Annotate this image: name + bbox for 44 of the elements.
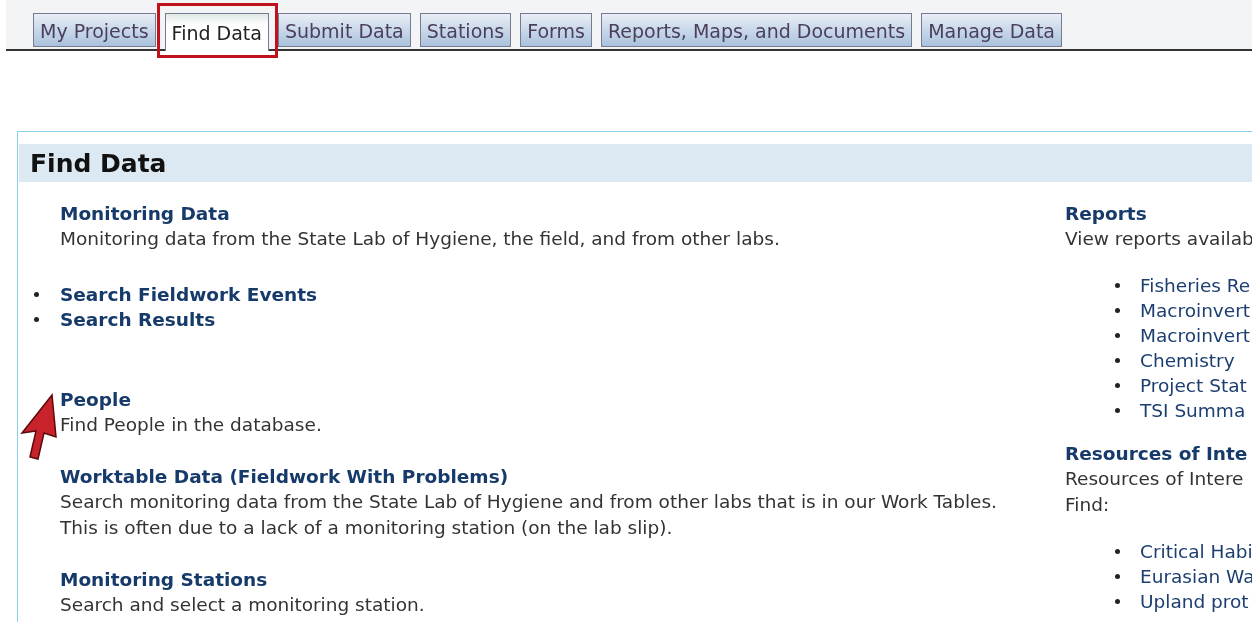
search-link[interactable]: Search Results <box>60 309 216 330</box>
section-description: Find People in the database. <box>60 413 323 437</box>
section-link[interactable]: Monitoring Data <box>60 201 230 226</box>
bullet-icon <box>1115 283 1120 288</box>
section-link[interactable]: Worktable Data (Fieldwork With Problems) <box>60 464 509 489</box>
bullet-icon <box>1115 308 1120 313</box>
nav-tab[interactable]: Reports, Maps, and Documents <box>600 13 913 47</box>
bullet-icon <box>1115 383 1120 388</box>
search-link[interactable]: Search Fieldwork Events <box>60 284 318 305</box>
report-link[interactable]: Macroinvert <box>1140 300 1251 321</box>
bullet-icon <box>34 317 39 322</box>
nav-tab[interactable]: Submit Data <box>277 13 411 47</box>
section-description: View reports availab <box>1065 227 1252 251</box>
report-link[interactable]: Critical Habi <box>1140 541 1252 562</box>
report-link[interactable]: Macroinvert <box>1140 325 1251 346</box>
report-link[interactable]: Project Stat <box>1140 375 1247 396</box>
report-link[interactable]: Fisheries Re <box>1140 275 1251 296</box>
section-description: Monitoring data from the State Lab of Hygiene, the field, and from other labs. <box>60 227 781 251</box>
nav-tab[interactable]: Forms <box>520 13 592 47</box>
nav-tab[interactable]: Stations <box>419 13 512 47</box>
cursor-arrow-icon <box>18 393 58 463</box>
section-link[interactable]: Reports <box>1065 201 1147 226</box>
bullet-icon <box>1115 333 1120 338</box>
section-description: Search and select a monitoring station. <box>60 593 426 617</box>
panel-title: Find Data <box>30 148 167 178</box>
report-link[interactable]: Eurasian Wa <box>1140 566 1252 587</box>
report-link[interactable]: Chemistry <box>1140 350 1235 371</box>
bullet-icon <box>1115 574 1120 579</box>
nav-tab[interactable]: Find Data <box>164 13 269 51</box>
section-description: Find: <box>1065 493 1110 517</box>
report-link[interactable]: TSI Summa <box>1140 400 1246 421</box>
section-link[interactable]: People <box>60 387 131 412</box>
nav-tab[interactable]: Manage Data <box>921 13 1062 47</box>
report-link[interactable]: Upland prot <box>1140 591 1249 612</box>
section-link[interactable]: Monitoring Stations <box>60 567 268 592</box>
bullet-icon <box>1115 599 1120 604</box>
bullet-icon <box>1115 358 1120 363</box>
section-link[interactable]: Resources of Inte <box>1065 441 1248 466</box>
nav-tab[interactable]: My Projects <box>33 13 156 47</box>
bullet-icon <box>1115 408 1120 413</box>
bullet-icon <box>34 292 39 297</box>
section-description: Search monitoring data from the State Lab of Hygiene and from other labs that is in our Work Tables. This is often due to a lack of a monitoring station (on the lab slip). <box>60 490 998 540</box>
section-description: Resources of Intere <box>1065 467 1244 491</box>
bullet-icon <box>1115 549 1120 554</box>
